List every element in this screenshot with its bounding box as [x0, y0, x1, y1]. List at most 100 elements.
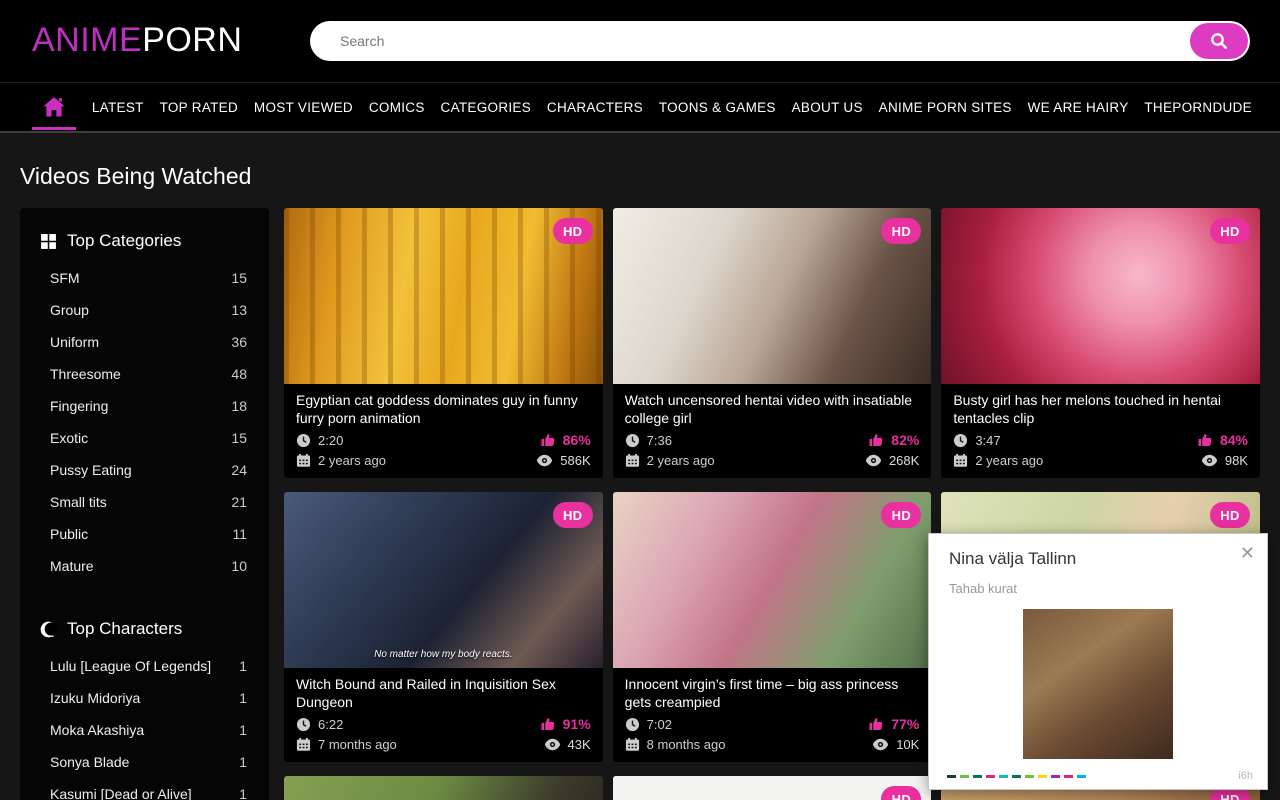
ad-footer: i6h — [947, 770, 1253, 782]
search-bar — [310, 21, 1250, 61]
video-card[interactable]: HD No matter how my body reacts. Witch B… — [284, 492, 603, 762]
logo-text-primary: ANIME — [32, 21, 142, 59]
video-thumbnail[interactable] — [284, 776, 603, 800]
video-views: 98K — [1225, 453, 1248, 468]
video-duration: 7:36 — [647, 433, 672, 448]
top-categories-list: SFM15 Group13 Uniform36 Threesome48 Fing… — [40, 262, 247, 582]
video-rating: 77% — [891, 716, 919, 732]
nav-item-home[interactable] — [32, 82, 76, 132]
logo-text-secondary: PORN — [142, 21, 242, 59]
category-link[interactable]: Group13 — [40, 294, 247, 326]
clock-icon — [953, 433, 968, 448]
close-icon[interactable]: ✕ — [1240, 544, 1255, 562]
category-link[interactable]: Uniform36 — [40, 326, 247, 358]
clock-icon — [625, 433, 640, 448]
video-card[interactable]: HD — [613, 776, 932, 800]
video-duration: 3:47 — [975, 433, 1000, 448]
ad-popup: ✕ Nina välja Tallinn Tahab kurat i6h — [928, 533, 1268, 790]
eye-icon — [865, 454, 882, 467]
character-link[interactable]: Moka Akashiya1 — [40, 714, 247, 746]
search-input[interactable] — [340, 21, 1160, 61]
category-link[interactable]: Public11 — [40, 518, 247, 550]
home-icon — [42, 96, 66, 118]
video-thumbnail[interactable]: HD — [613, 208, 932, 384]
clock-icon — [296, 433, 311, 448]
category-link[interactable]: Small tits21 — [40, 486, 247, 518]
top-characters-list: Lulu [League Of Legends]1 Izuku Midoriya… — [40, 650, 247, 800]
video-card[interactable]: HD Egyptian cat goddess dominates guy in… — [284, 208, 603, 478]
video-views: 586K — [560, 453, 590, 468]
category-link[interactable]: Threesome48 — [40, 358, 247, 390]
sidebar: Top Categories SFM15 Group13 Uniform36 T… — [20, 208, 269, 800]
video-thumbnail[interactable]: HD — [613, 492, 932, 668]
nav-item-we-are-hairy[interactable]: WE ARE HAIRY — [1028, 100, 1129, 115]
hd-badge: HD — [1210, 502, 1250, 528]
category-link[interactable]: Exotic15 — [40, 422, 247, 454]
video-duration: 6:22 — [318, 717, 343, 732]
video-title[interactable]: Watch uncensored hentai video with insat… — [625, 391, 920, 427]
character-link[interactable]: Kasumi [Dead or Alive]1 — [40, 778, 247, 800]
thumbs-up-icon — [540, 716, 556, 732]
nav-item-theporndude[interactable]: THEPORNDUDE — [1144, 100, 1252, 115]
calendar-icon — [296, 453, 311, 468]
nav-item-about-us[interactable]: ABOUT US — [792, 100, 863, 115]
video-duration: 7:02 — [647, 717, 672, 732]
ad-image[interactable] — [1023, 609, 1173, 759]
nav-item-toons-games[interactable]: TOONS & GAMES — [659, 100, 776, 115]
hd-badge: HD — [553, 218, 593, 244]
category-link[interactable]: Fingering18 — [40, 390, 247, 422]
video-title[interactable]: Busty girl has her melons touched in hen… — [953, 391, 1248, 427]
video-age: 2 years ago — [975, 453, 1043, 468]
nav-item-anime-porn-sites[interactable]: ANIME PORN SITES — [879, 100, 1012, 115]
category-link[interactable]: SFM15 — [40, 262, 247, 294]
video-rating: 82% — [891, 432, 919, 448]
hd-badge: HD — [881, 218, 921, 244]
video-title[interactable]: Egyptian cat goddess dominates guy in fu… — [296, 391, 591, 427]
eye-icon — [872, 738, 889, 751]
nav-item-most-viewed[interactable]: MOST VIEWED — [254, 100, 353, 115]
thumbs-up-icon — [868, 716, 884, 732]
video-title[interactable]: Innocent virgin’s first time – big ass p… — [625, 675, 920, 711]
video-card[interactable]: HD Watch uncensored hentai video with in… — [613, 208, 932, 478]
video-thumbnail[interactable]: HD — [284, 208, 603, 384]
nav-item-characters[interactable]: CHARACTERS — [547, 100, 643, 115]
top-categories-title: Top Categories — [67, 231, 181, 251]
nav-item-top-rated[interactable]: TOP RATED — [160, 100, 238, 115]
video-thumbnail[interactable]: HD — [941, 208, 1260, 384]
clock-icon — [625, 717, 640, 732]
category-link[interactable]: Pussy Eating24 — [40, 454, 247, 486]
video-views: 10K — [896, 737, 919, 752]
video-views: 268K — [889, 453, 919, 468]
video-age: 2 years ago — [318, 453, 386, 468]
video-age: 8 months ago — [647, 737, 726, 752]
ad-title: Nina välja Tallinn — [949, 549, 1267, 569]
ad-subtitle: Tahab kurat — [949, 581, 1267, 596]
thumbs-up-icon — [1197, 432, 1213, 448]
character-link[interactable]: Izuku Midoriya1 — [40, 682, 247, 714]
eye-icon — [544, 738, 561, 751]
video-thumbnail[interactable]: HD — [613, 776, 932, 800]
category-link[interactable]: Mature10 — [40, 550, 247, 582]
video-title[interactable]: Witch Bound and Railed in Inquisition Se… — [296, 675, 591, 711]
eye-icon — [536, 454, 553, 467]
video-rating: 86% — [563, 432, 591, 448]
nav-item-comics[interactable]: COMICS — [369, 100, 425, 115]
search-button[interactable] — [1190, 23, 1248, 59]
video-card[interactable] — [284, 776, 603, 800]
ad-network-dashes — [947, 775, 1086, 778]
video-card[interactable]: HD Busty girl has her melons touched in … — [941, 208, 1260, 478]
site-logo[interactable]: ANIMEPORN — [32, 21, 242, 60]
video-duration: 2:20 — [318, 433, 343, 448]
thumbs-up-icon — [868, 432, 884, 448]
top-characters-title: Top Characters — [67, 619, 182, 639]
character-link[interactable]: Lulu [League Of Legends]1 — [40, 650, 247, 682]
hd-badge: HD — [553, 502, 593, 528]
calendar-icon — [953, 453, 968, 468]
calendar-icon — [625, 453, 640, 468]
thumbs-up-icon — [540, 432, 556, 448]
video-thumbnail[interactable]: HD No matter how my body reacts. — [284, 492, 603, 668]
video-card[interactable]: HD Innocent virgin’s first time – big as… — [613, 492, 932, 762]
nav-item-categories[interactable]: CATEGORIES — [441, 100, 532, 115]
nav-item-latest[interactable]: LATEST — [92, 100, 144, 115]
character-link[interactable]: Sonya Blade1 — [40, 746, 247, 778]
